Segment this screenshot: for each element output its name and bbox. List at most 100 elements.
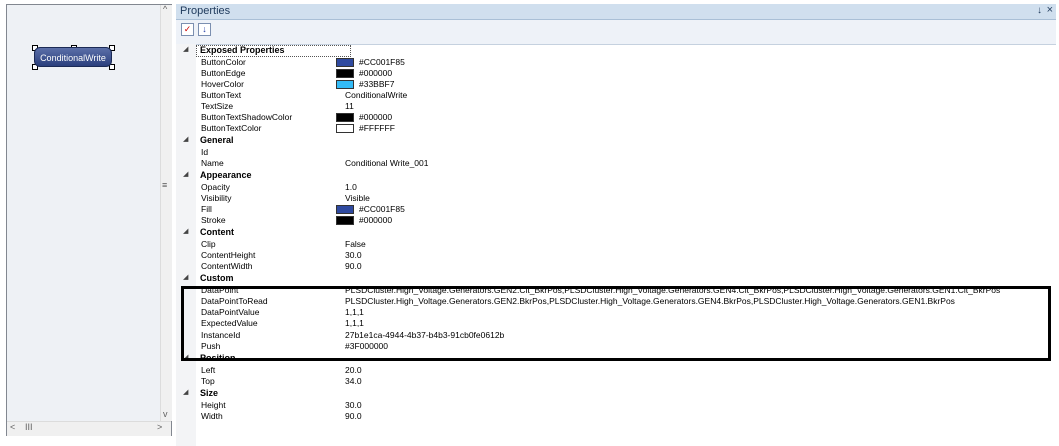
property-value[interactable]: #33BBF7 <box>359 79 394 89</box>
color-swatch[interactable] <box>336 113 354 122</box>
property-name: ContentHeight <box>201 250 256 260</box>
scroll-up-icon[interactable]: ^ <box>163 4 167 14</box>
scroll-down-icon[interactable]: v <box>163 409 168 419</box>
property-value[interactable]: Visible <box>345 193 370 203</box>
property-name: Stroke <box>201 215 226 225</box>
scroll-left-icon[interactable]: < <box>10 422 15 432</box>
collapse-icon[interactable]: ◢ <box>183 135 188 143</box>
property-value[interactable]: 20.0 <box>345 365 362 375</box>
collapse-icon[interactable]: ◢ <box>183 273 188 281</box>
color-swatch[interactable] <box>336 124 354 133</box>
property-row-opacity[interactable]: Opacity 1.0 <box>176 182 1056 193</box>
property-value[interactable]: #CC001F85 <box>359 57 405 67</box>
property-name: Opacity <box>201 182 230 192</box>
property-name: Name <box>201 158 224 168</box>
property-row-name[interactable]: Name Conditional Write_001 <box>176 158 1056 169</box>
design-canvas[interactable]: ConditionalWrite <box>7 5 160 421</box>
property-grid: ◢ Exposed Properties ButtonColor #CC001F… <box>176 44 1056 446</box>
property-value[interactable]: #000000 <box>359 215 392 225</box>
property-row-height[interactable]: Height 30.0 <box>176 400 1056 411</box>
property-name: ButtonColor <box>201 57 246 67</box>
designer-surface: ConditionalWrite ^ ≡ v < III > <box>6 4 172 436</box>
scroll-thumb[interactable]: III <box>25 422 33 432</box>
category-label: Appearance <box>200 170 252 180</box>
close-icon[interactable]: × <box>1047 4 1053 16</box>
property-row-clip[interactable]: Clip False <box>176 239 1056 250</box>
property-name: Height <box>201 400 226 410</box>
collapse-icon[interactable]: ◢ <box>183 45 188 53</box>
annotation-highlight-box <box>181 286 1051 361</box>
panel-title-bar: Properties ↓ × <box>176 4 1056 20</box>
color-swatch[interactable] <box>336 80 354 89</box>
property-row-buttontext[interactable]: ButtonText ConditionalWrite <box>176 90 1056 101</box>
property-value[interactable]: Conditional Write_001 <box>345 158 428 168</box>
property-name: ButtonTextShadowColor <box>201 112 293 122</box>
focus-rectangle <box>196 45 351 57</box>
property-row-contentwidth[interactable]: ContentWidth 90.0 <box>176 261 1056 272</box>
collapse-icon[interactable]: ◢ <box>183 170 188 178</box>
property-row-visibility[interactable]: Visibility Visible <box>176 193 1056 204</box>
color-swatch[interactable] <box>336 69 354 78</box>
alphabetical-view-icon[interactable]: ↓ <box>198 23 211 36</box>
property-row-contentheight[interactable]: ContentHeight 30.0 <box>176 250 1056 261</box>
color-swatch[interactable] <box>336 205 354 214</box>
property-row-hovercolor[interactable]: HoverColor #33BBF7 <box>176 79 1056 90</box>
property-row-left[interactable]: Left 20.0 <box>176 365 1056 376</box>
property-name: HoverColor <box>201 79 244 89</box>
property-value[interactable]: 90.0 <box>345 261 362 271</box>
properties-panel: Properties ↓ × ✓ ↓ ◢ Exposed Properties … <box>176 4 1056 446</box>
scroll-right-icon[interactable]: > <box>157 422 162 432</box>
property-row-width[interactable]: Width 90.0 <box>176 411 1056 422</box>
color-swatch[interactable] <box>336 58 354 67</box>
property-name: Fill <box>201 204 212 214</box>
property-row-buttontextcolor[interactable]: ButtonTextColor #FFFFFF <box>176 123 1056 134</box>
collapse-icon[interactable]: ◢ <box>183 227 188 235</box>
category-custom[interactable]: ◢ Custom <box>176 273 1056 284</box>
property-row-textsize[interactable]: TextSize 11 <box>176 101 1056 112</box>
property-value[interactable]: 34.0 <box>345 376 362 386</box>
property-value[interactable]: #000000 <box>359 112 392 122</box>
category-label: General <box>200 135 234 145</box>
property-value[interactable]: #FFFFFF <box>359 123 395 133</box>
property-row-stroke[interactable]: Stroke #000000 <box>176 215 1056 226</box>
property-value[interactable]: #000000 <box>359 68 392 78</box>
property-value[interactable]: 1.0 <box>345 182 357 192</box>
collapse-icon[interactable]: ◢ <box>183 388 188 396</box>
property-value[interactable]: 11 <box>345 101 354 111</box>
property-name: Clip <box>201 239 216 249</box>
property-name: ContentWidth <box>201 261 253 271</box>
property-name: Width <box>201 411 223 421</box>
categorized-view-icon[interactable]: ✓ <box>181 23 194 36</box>
property-row-id[interactable]: Id <box>176 147 1056 158</box>
property-row-buttontextshadowcolor[interactable]: ButtonTextShadowColor #000000 <box>176 112 1056 123</box>
property-value[interactable]: ConditionalWrite <box>345 90 407 100</box>
property-value[interactable]: False <box>345 239 366 249</box>
property-name: Left <box>201 365 216 375</box>
pin-icon[interactable]: ↓ <box>1037 5 1042 16</box>
horizontal-scrollbar[interactable]: < III > <box>7 421 171 436</box>
property-row-buttonedge[interactable]: ButtonEdge #000000 <box>176 68 1056 79</box>
property-row-top[interactable]: Top 34.0 <box>176 376 1056 387</box>
color-swatch[interactable] <box>336 216 354 225</box>
conditional-write-button[interactable]: ConditionalWrite <box>34 47 112 67</box>
property-value[interactable]: 90.0 <box>345 411 362 421</box>
category-general[interactable]: ◢ General <box>176 135 1056 146</box>
vertical-scrollbar[interactable]: ^ ≡ v <box>160 4 172 421</box>
property-row-fill[interactable]: Fill #CC001F85 <box>176 204 1056 215</box>
property-name: Id <box>201 147 209 157</box>
category-appearance[interactable]: ◢ Appearance <box>176 170 1056 181</box>
grip-icon[interactable]: ≡ <box>162 180 167 190</box>
property-name: ButtonEdge <box>201 68 246 78</box>
property-name: ButtonText <box>201 90 242 100</box>
category-size[interactable]: ◢ Size <box>176 388 1056 399</box>
properties-toolbar: ✓ ↓ <box>176 20 1056 45</box>
property-name: Top <box>201 376 215 386</box>
property-value[interactable]: #CC001F85 <box>359 204 405 214</box>
property-value[interactable]: 30.0 <box>345 400 362 410</box>
panel-title: Properties <box>180 5 231 17</box>
property-value[interactable]: 30.0 <box>345 250 362 260</box>
category-content[interactable]: ◢ Content <box>176 227 1056 238</box>
property-row-buttoncolor[interactable]: ButtonColor #CC001F85 <box>176 57 1056 68</box>
category-label: Custom <box>200 273 234 283</box>
property-name: Visibility <box>201 193 232 203</box>
